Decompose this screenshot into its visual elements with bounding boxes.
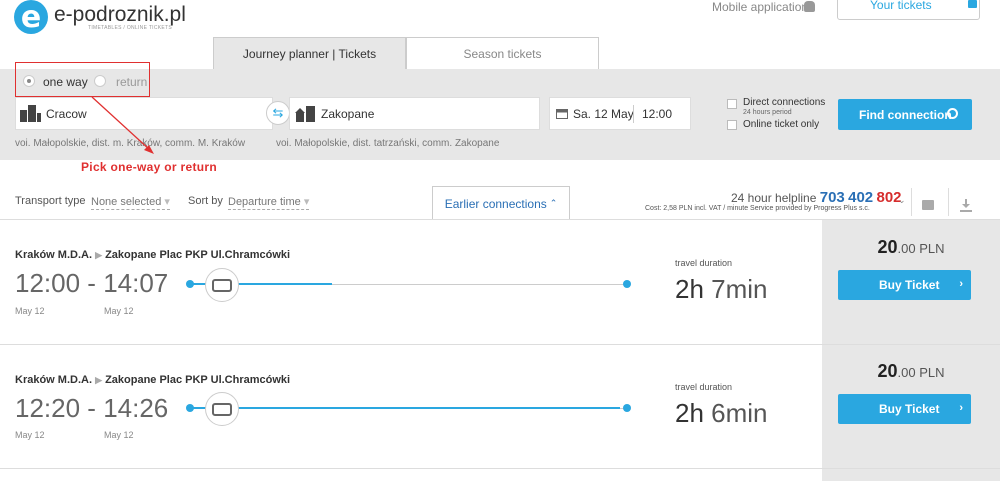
direct-connections-checkbox[interactable] [727,99,737,109]
annotation-arrow-icon [91,96,154,154]
ticket-price: 20.00 PLN [822,237,1000,258]
duration-hours: 2h [675,398,704,428]
price-integer: 20 [877,237,898,257]
helpline-cost: Cost: 2,58 PLN incl. VAT / minute Servic… [645,205,870,212]
result-from: Kraków M.D.A. [15,249,93,261]
find-connection-label: Find connection [859,107,952,122]
price-rest: .00 PLN [897,365,945,380]
result-times: 12:20 - 14:26 [15,393,169,423]
sort-by-label: Sort by [188,195,223,207]
direct-connections-sub: 24 hours period [743,109,792,116]
route-arrow-icon: ▶ [95,250,102,260]
toolbar-divider [911,188,912,216]
direct-connections-label[interactable]: Direct connections [743,97,825,108]
result-divider [0,468,1000,469]
result-route: Kraków M.D.A. ▶ Zakopane Plac PKP Ul.Chr… [15,374,290,386]
online-ticket-label[interactable]: Online ticket only [743,119,819,130]
time-value[interactable]: 12:00 [642,107,672,121]
calendar-icon [556,109,568,119]
arrive-time: 14:07 [103,268,169,298]
helpline: 24 hour helpline 703 402 802 [731,189,902,206]
town-icon [295,106,315,122]
helpline-label: 24 hour helpline [731,191,817,205]
helpline-number-part2[interactable]: 402 [848,189,873,206]
date-time-divider [633,105,634,123]
chevron-down-icon: ▾ [303,196,310,208]
arrive-date: May 12 [104,306,134,316]
depart-time: 12:00 [15,268,81,298]
helpline-number-part1[interactable]: 703 [820,189,845,206]
tab-journey-planner[interactable]: Journey planner | Tickets [213,37,406,69]
annotation-box [15,62,150,97]
tab-season-tickets[interactable]: Season tickets [406,37,599,69]
buy-ticket-button[interactable]: Buy Ticket › [838,270,971,300]
sort-by-select[interactable]: Departure time ▾ [228,195,310,210]
buy-ticket-button[interactable]: Buy Ticket › [838,394,971,424]
toolbar-divider [948,188,949,216]
price-column [822,220,1000,481]
arrive-date: May 12 [104,430,134,440]
transport-type-value: None selected [91,196,162,208]
chevron-right-icon: › [959,402,963,414]
city-icon [20,105,41,122]
online-ticket-checkbox[interactable] [727,120,737,130]
transport-type-select[interactable]: None selected ▾ [91,195,170,210]
price-integer: 20 [877,361,898,381]
depart-date: May 12 [15,306,45,316]
route-end-dot [623,404,631,412]
android-icon [804,1,815,12]
earlier-connections-button[interactable]: Earlier connections ⌃ [432,186,570,220]
helpline-chevron-down-icon[interactable]: ⌄ [898,195,906,206]
result-times: 12:00 - 14:07 [15,268,169,298]
earlier-connections-label: Earlier connections [444,196,547,211]
your-tickets-button[interactable]: Your tickets [837,0,980,20]
route-start-dot [186,280,194,288]
logo-text[interactable]: e-podroznik.pl [54,3,186,27]
mobile-application-link[interactable]: Mobile application [712,0,808,14]
travel-duration: 2h 7min [675,274,768,305]
travel-duration: 2h 6min [675,398,768,429]
chevron-down-icon: ▾ [164,196,170,208]
travel-duration-label: travel duration [675,258,733,268]
arrive-time: 14:26 [103,393,169,423]
to-region: voi. Małopolskie, dist. tatrzański, comm… [276,138,500,149]
buy-ticket-label: Buy Ticket [879,278,940,292]
route-end-dot [623,280,631,288]
chevron-up-icon: ⌃ [549,198,558,208]
buy-ticket-label: Buy Ticket [879,402,940,416]
duration-hours: 2h [675,274,704,304]
route-progress-line [190,407,620,409]
route-start-dot [186,404,194,412]
from-input[interactable]: Cracow [46,107,87,121]
your-tickets-label: Your tickets [870,0,932,12]
result-route: Kraków M.D.A. ▶ Zakopane Plac PKP Ul.Chr… [15,249,290,261]
ticket-price: 20.00 PLN [822,361,1000,382]
transport-type-label: Transport type [15,195,86,207]
lock-icon [968,0,977,8]
download-icon[interactable] [959,199,973,212]
depart-time: 12:20 [15,393,81,423]
result-to: Zakopane Plac PKP Ul.Chramcówki [105,249,291,261]
chevron-right-icon: › [959,278,963,290]
result-to: Zakopane Plac PKP Ul.Chramcówki [105,374,291,386]
result-from: Kraków M.D.A. [15,374,93,386]
to-input[interactable]: Zakopane [321,107,374,121]
date-value[interactable]: Sa. 12 May [573,107,634,121]
duration-minutes: 6min [711,398,768,428]
sort-by-value: Departure time [228,196,301,208]
search-icon [947,108,958,119]
duration-minutes: 7min [711,274,768,304]
swap-icon[interactable]: ⇆ [266,101,290,125]
price-rest: .00 PLN [897,241,945,256]
depart-date: May 12 [15,430,45,440]
bus-icon [205,268,239,302]
logo-icon[interactable]: e [14,0,48,35]
bus-icon [205,392,239,426]
route-arrow-icon: ▶ [95,375,102,385]
travel-duration-label: travel duration [675,382,733,392]
logo-subtitle: TIMETABLES / ONLINE TICKETS [88,25,173,31]
annotation-text: Pick one-way or return [81,160,217,174]
print-icon[interactable] [922,200,934,210]
